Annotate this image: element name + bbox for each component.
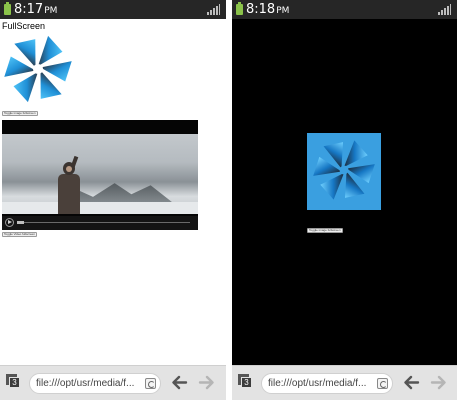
url-text: file:///opt/usr/media/f...: [268, 378, 367, 389]
clock-ampm: PM: [276, 6, 290, 16]
right-phone-screen: 8:18PM Toggle image fullscreen 3 file://…: [232, 0, 457, 400]
toggle-image-fullscreen-button[interactable]: Toggle image fullscreen: [307, 228, 343, 233]
video-climber: [54, 155, 84, 214]
status-clock: 8:17PM: [14, 1, 57, 20]
url-text: file:///opt/usr/media/f...: [36, 378, 135, 389]
url-field[interactable]: file:///opt/usr/media/f...: [261, 373, 393, 394]
reload-icon[interactable]: [145, 378, 156, 389]
pinwheel-logo-icon: [313, 140, 375, 200]
battery-icon: [4, 2, 11, 15]
tabs-icon[interactable]: 3: [238, 374, 253, 389]
url-field[interactable]: file:///opt/usr/media/f...: [29, 373, 161, 394]
video-snow: [2, 202, 198, 214]
toggle-video-fullscreen-button[interactable]: Toggle Video fullscreen: [2, 232, 37, 237]
video-frame: [2, 134, 198, 214]
video-controls: [2, 216, 198, 230]
status-clock: 8:18PM: [246, 1, 289, 20]
browser-toolbar: 3 file:///opt/usr/media/f...: [232, 365, 457, 400]
forward-arrow-icon[interactable]: [198, 374, 216, 391]
browser-toolbar: 3 file:///opt/usr/media/f...: [0, 365, 226, 400]
tabs-icon[interactable]: 3: [6, 374, 21, 389]
toggle-image-fullscreen-button[interactable]: Toggle image fullscreen: [2, 111, 38, 116]
signal-icon: [207, 4, 220, 15]
battery-icon: [236, 2, 243, 15]
forward-arrow-icon[interactable]: [430, 374, 448, 391]
seek-bar[interactable]: [17, 221, 190, 224]
page-title: FullScreen: [2, 21, 46, 31]
back-arrow-icon[interactable]: [170, 374, 188, 391]
clock-ampm: PM: [44, 6, 58, 16]
video-player[interactable]: [2, 120, 198, 230]
status-bar: 8:18PM: [232, 0, 457, 19]
clock-time: 8:18: [246, 2, 276, 17]
clock-time: 8:17: [14, 2, 44, 17]
pinwheel-logo-icon: [2, 33, 74, 105]
signal-icon: [438, 4, 451, 15]
reload-icon[interactable]: [377, 378, 388, 389]
back-arrow-icon[interactable]: [402, 374, 420, 391]
left-phone-screen: 8:17PM FullScreen Toggle image fullscree…: [0, 0, 226, 400]
fullscreen-logo-image: [307, 133, 381, 210]
tab-count: 3: [241, 377, 252, 388]
status-bar: 8:17PM: [0, 0, 226, 19]
play-icon[interactable]: [5, 218, 14, 227]
seek-progress: [17, 221, 24, 224]
tab-count: 3: [9, 377, 20, 388]
